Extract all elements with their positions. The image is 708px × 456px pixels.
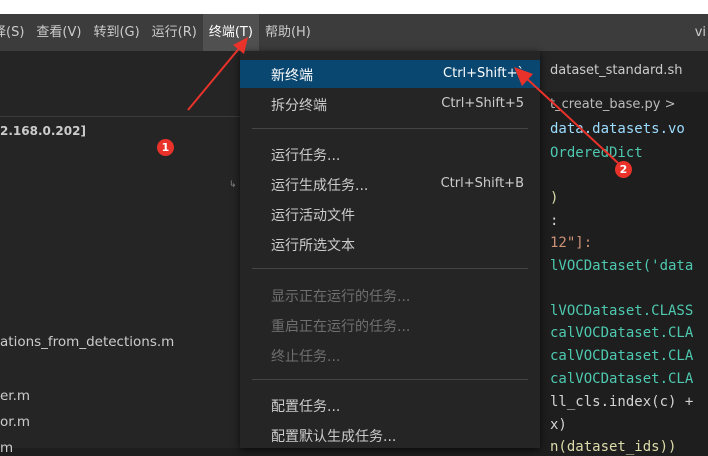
arrow-to-new-terminal: [514, 67, 619, 164]
annotation-badge-1: 1: [157, 139, 174, 156]
arrow-to-terminal-menu: [187, 37, 248, 111]
annotation-arrows: [187, 37, 619, 164]
annotation-badge-2: 2: [615, 161, 632, 178]
